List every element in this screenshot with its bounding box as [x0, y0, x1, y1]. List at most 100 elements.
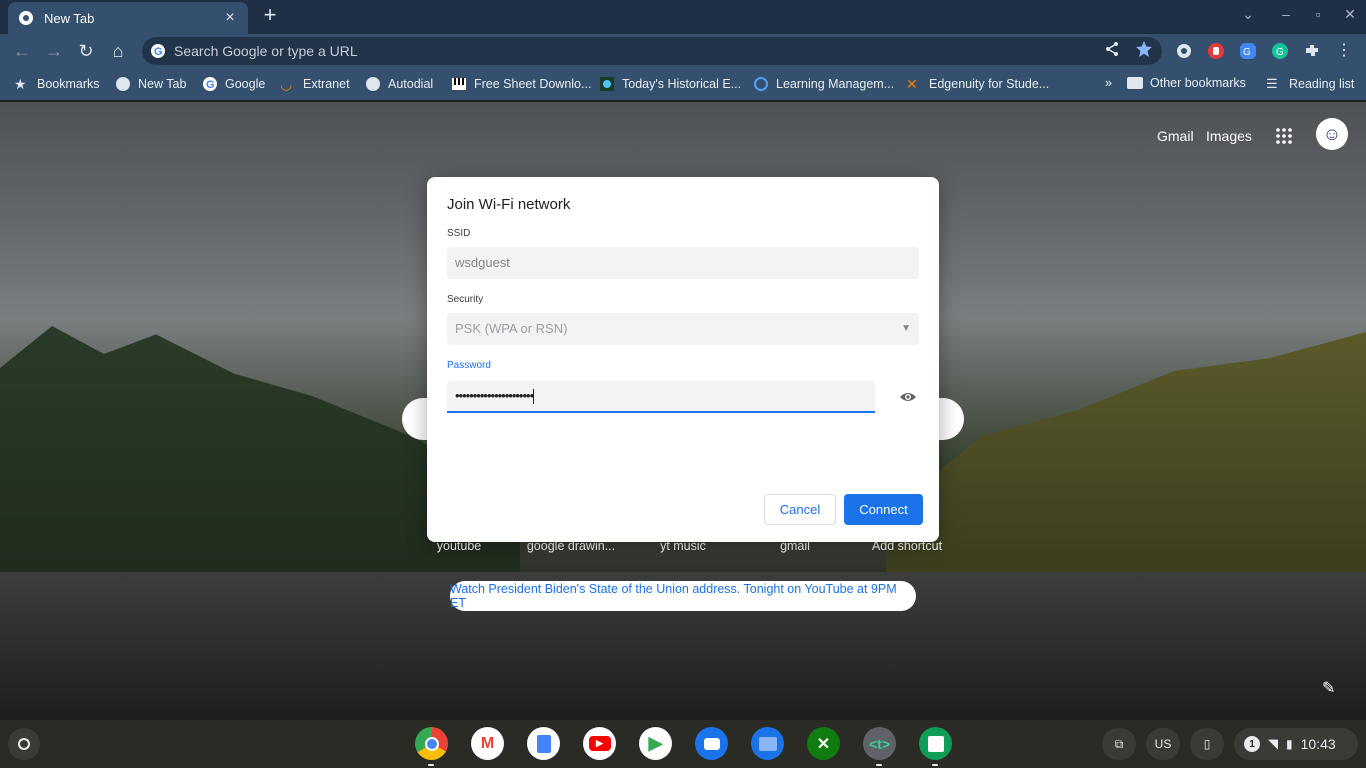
avatar[interactable]: ☺: [1316, 118, 1348, 150]
tab-new-tab[interactable]: New Tab ×: [8, 2, 248, 34]
translate-extension-icon[interactable]: G: [1239, 42, 1257, 60]
messages-app-icon[interactable]: [695, 727, 728, 760]
google-icon: G: [203, 77, 217, 91]
svg-text:G: G: [154, 46, 163, 58]
connect-button[interactable]: Connect: [844, 494, 923, 525]
bookmark-label: Learning Managem...: [776, 77, 895, 91]
gmail-link[interactable]: Gmail: [1157, 128, 1194, 144]
images-link[interactable]: Images: [1206, 128, 1252, 144]
reload-icon[interactable]: ↻: [74, 39, 98, 63]
circle-icon: [754, 77, 768, 91]
grammarly-extension-icon[interactable]: G: [1271, 42, 1289, 60]
tab-close-button[interactable]: ×: [222, 9, 238, 27]
bookmark-label: Bookmarks: [37, 77, 100, 91]
omnibox-placeholder: Search Google or type a URL: [174, 43, 358, 59]
clock: 10:43: [1300, 736, 1336, 752]
password-value: ••••••••••••••••••••••: [455, 388, 534, 403]
wifi-icon: ◥: [1268, 736, 1278, 751]
gear-icon[interactable]: [1175, 42, 1193, 60]
bookmark-star-icon[interactable]: [1135, 40, 1153, 58]
back-icon[interactable]: ←: [10, 39, 34, 63]
toolbar: ← → ↻ ⌂ G Search Google or type a URL: [0, 34, 1366, 68]
bookmarks-bar: ★ Bookmarks New Tab G Google ◡ Extranet …: [0, 68, 1366, 100]
bookmarks-overflow-button[interactable]: »: [1105, 76, 1112, 90]
security-select[interactable]: PSK (WPA or RSN) ▼: [447, 313, 919, 345]
battery-icon: ▮: [1286, 737, 1293, 751]
edgenuity-icon: ✕: [906, 76, 918, 92]
blocker-extension-icon[interactable]: [1207, 42, 1225, 60]
shelf: M ▶ ▶ ✕ <t> ⧉ US ▯ 1 ◥ ▮ 10:43: [0, 720, 1366, 768]
reading-list-icon: ☰: [1266, 76, 1278, 91]
play-store-app-icon[interactable]: ▶: [639, 727, 672, 760]
password-field[interactable]: ••••••••••••••••••••••: [447, 381, 875, 413]
dialog-title: Join Wi-Fi network: [447, 196, 571, 213]
svg-text:G: G: [206, 79, 215, 91]
launcher-button[interactable]: [8, 728, 40, 760]
bookmark-label: New Tab: [138, 77, 187, 91]
globe-icon: [116, 77, 130, 91]
omnibox[interactable]: G Search Google or type a URL: [142, 37, 1162, 65]
extranet-icon: ◡: [280, 76, 293, 92]
holding-space-icon[interactable]: ⧉: [1102, 728, 1136, 760]
password-label: Password: [447, 360, 491, 371]
minimize-icon[interactable]: –: [1276, 6, 1296, 22]
bookmark-item[interactable]: ✕ Edgenuity for Stude...: [906, 76, 1049, 92]
youtube-app-icon[interactable]: ▶: [583, 727, 616, 760]
phone-hub-icon[interactable]: ▯: [1190, 728, 1224, 760]
home-icon[interactable]: ⌂: [106, 39, 130, 63]
bookmark-item[interactable]: Today's Historical E...: [599, 76, 741, 92]
bookmark-label: Today's Historical E...: [622, 77, 742, 91]
t-app-icon[interactable]: <t>: [863, 727, 896, 766]
other-bookmarks[interactable]: Other bookmarks: [1127, 76, 1246, 90]
customize-pencil-icon[interactable]: ✎: [1322, 678, 1335, 698]
bookmark-label: Edgenuity for Stude...: [929, 77, 1050, 91]
chrome-app-icon[interactable]: [415, 727, 448, 766]
tab-search-icon[interactable]: ⌄: [1238, 6, 1258, 23]
bookmark-item[interactable]: Learning Managem...: [753, 76, 894, 92]
bookmark-label: Autodial: [388, 77, 434, 91]
ssid-label: SSID: [447, 228, 471, 239]
tab-title: New Tab: [44, 10, 95, 26]
restore-icon[interactable]: ▫: [1308, 6, 1328, 22]
globe-icon: [366, 77, 380, 91]
gmail-app-icon[interactable]: M: [471, 727, 504, 760]
forward-icon[interactable]: →: [42, 39, 66, 63]
promo-link[interactable]: Watch President Biden's State of the Uni…: [450, 581, 916, 611]
folder-icon: [1127, 77, 1143, 89]
new-tab-button[interactable]: +: [258, 4, 282, 28]
star-icon: ★: [14, 76, 27, 92]
bookmark-item[interactable]: Autodial: [365, 76, 433, 92]
extensions-puzzle-icon[interactable]: [1303, 42, 1321, 60]
bookmark-item[interactable]: Free Sheet Downlo...: [451, 76, 591, 92]
files-app-icon[interactable]: [751, 727, 784, 760]
bookmark-item[interactable]: ◡ Extranet: [280, 76, 350, 92]
docs-app-icon[interactable]: [527, 727, 560, 760]
tab-strip: New Tab × + ⌄ – ▫ ✕: [0, 0, 1366, 34]
reading-list-label: Reading list: [1289, 77, 1355, 91]
show-password-eye-icon[interactable]: [899, 388, 917, 406]
xbox-app-icon[interactable]: ✕: [807, 727, 840, 760]
share-icon[interactable]: [1103, 40, 1121, 58]
cancel-button[interactable]: Cancel: [764, 494, 836, 525]
bookmark-item[interactable]: G Google: [202, 76, 265, 92]
sheets-app-icon[interactable]: [919, 727, 952, 766]
ssid-field[interactable]: wsdguest: [447, 247, 919, 279]
bookmark-label: Free Sheet Downlo...: [474, 77, 592, 91]
bookmark-label: Google: [225, 77, 266, 91]
launcher-icon: [18, 738, 30, 750]
google-icon: G: [151, 44, 165, 58]
bookmark-label: Extranet: [303, 77, 350, 91]
reading-list[interactable]: ☰ Reading list: [1266, 76, 1354, 92]
apps-grid-icon[interactable]: [1274, 126, 1294, 146]
history-icon: [600, 77, 614, 91]
security-select-value: PSK (WPA or RSN): [455, 321, 568, 336]
svg-text:G: G: [1276, 47, 1284, 58]
chevron-down-icon: ▼: [901, 323, 911, 334]
status-area[interactable]: 1 ◥ ▮ 10:43: [1234, 728, 1358, 760]
close-window-icon[interactable]: ✕: [1340, 6, 1360, 23]
menu-kebab-icon[interactable]: ⋮: [1335, 42, 1353, 60]
svg-text:G: G: [1243, 47, 1251, 58]
ime-button[interactable]: US: [1146, 728, 1180, 760]
bookmark-item[interactable]: ★ Bookmarks: [14, 76, 100, 92]
bookmark-item[interactable]: New Tab: [115, 76, 186, 92]
